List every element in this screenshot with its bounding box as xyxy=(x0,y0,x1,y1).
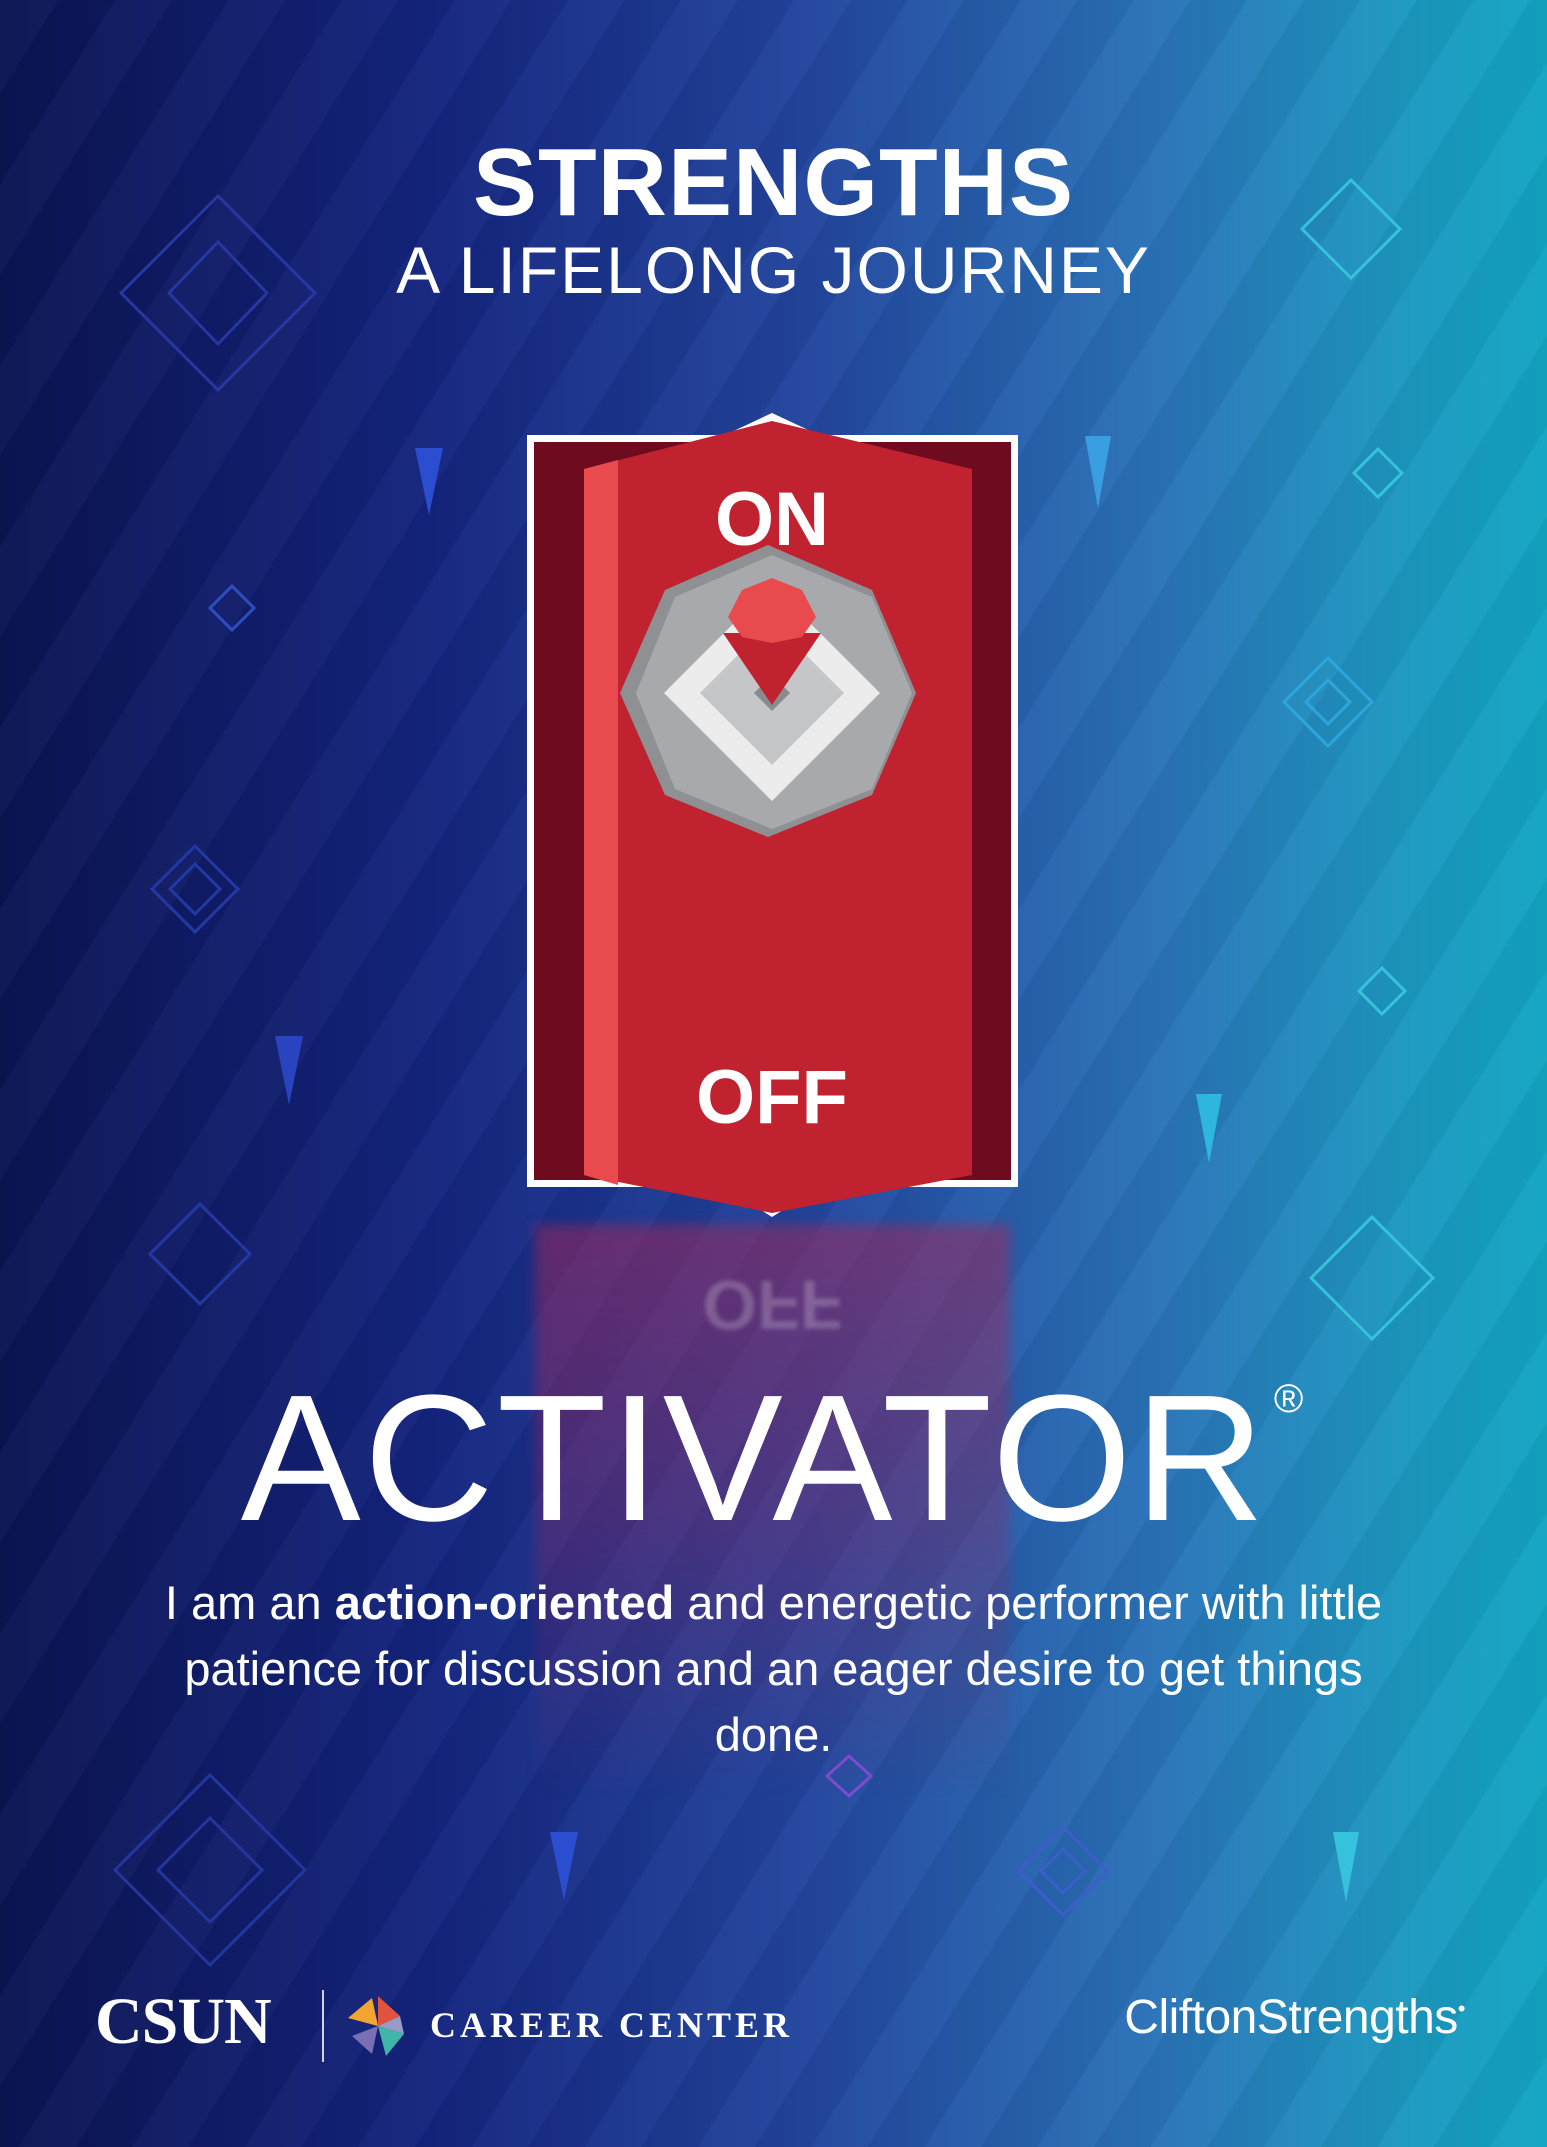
poster-title: STRENGTHS xyxy=(472,129,1075,236)
triangle-icon xyxy=(415,448,443,515)
diamond-outline-icon xyxy=(1356,965,1408,1017)
theme-description: I am an action-oriented and energetic pe… xyxy=(120,1570,1427,1768)
cliftonstrengths-logo: CliftonStrengths• xyxy=(1124,1990,1465,2045)
cliftonstrengths-mark: • xyxy=(1457,1996,1466,2021)
diamond-outline-icon xyxy=(1016,1824,1110,1918)
triangle-icon xyxy=(275,1036,303,1105)
diamond-outline-icon xyxy=(149,843,241,935)
triangle-icon xyxy=(1085,436,1111,508)
diamond-outline-icon xyxy=(112,1772,308,1968)
career-center-label: CAREER CENTER xyxy=(430,2005,794,2045)
diamond-outline-icon xyxy=(1281,655,1375,749)
switch-off-label: OFF xyxy=(696,1055,848,1140)
diamond-outline-icon xyxy=(1351,446,1405,500)
poster: STRENGTHS A LIFELONG JOURNEY OFF ON OFF xyxy=(0,0,1547,2147)
theme-name-text: ACTIVATOR xyxy=(240,1358,1268,1559)
footer-divider xyxy=(322,1990,324,2062)
description-bold: action-oriented xyxy=(334,1576,675,1629)
description-lead: I am an xyxy=(164,1576,335,1629)
diamond-outline-icon xyxy=(1308,1214,1436,1342)
diamond-outline-icon xyxy=(207,583,257,633)
career-center-logo-icon xyxy=(348,1996,404,2056)
diamond-outline-icon xyxy=(147,1201,253,1307)
toggle-switch-icon: ON OFF xyxy=(527,413,1018,1217)
registered-mark: ® xyxy=(1273,1377,1307,1421)
csun-logo: CSUN xyxy=(95,1985,272,2058)
theme-name: ACTIVATOR ® xyxy=(0,1355,1547,1562)
switch-reflection-label: OFF xyxy=(702,1266,843,1344)
triangle-icon xyxy=(1333,1832,1359,1902)
cliftonstrengths-text: CliftonStrengths xyxy=(1124,1991,1458,2044)
triangle-icon xyxy=(550,1832,578,1900)
poster-subtitle: A LIFELONG JOURNEY xyxy=(396,233,1151,307)
triangle-icon xyxy=(1196,1094,1222,1163)
